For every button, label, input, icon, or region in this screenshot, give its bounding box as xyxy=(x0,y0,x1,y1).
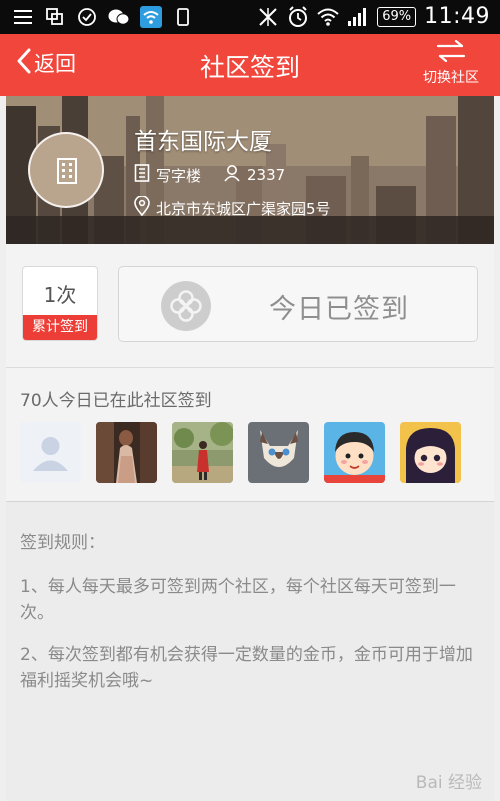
window-icon xyxy=(44,6,66,28)
checkin-count-card: 1次 累计签到 xyxy=(22,266,98,341)
avatar-cartoon-girl[interactable] xyxy=(324,422,385,483)
swap-arrows-icon xyxy=(436,39,466,66)
today-checkins-title: 70人今日已在此社区签到 xyxy=(20,391,212,411)
rule-item: 2、每次签到都有机会获得一定数量的金币，金币可用于增加福利摇奖机会哦~ xyxy=(20,645,473,691)
checkin-button-label: 今日已签到 xyxy=(269,294,409,325)
person-icon xyxy=(223,164,241,186)
building-icon xyxy=(57,158,77,188)
status-bar: 69% 11:49 xyxy=(0,0,500,34)
community-name: 首东国际大厦 xyxy=(134,129,272,155)
switch-community-label: 切换社区 xyxy=(423,70,479,86)
community-banner: 首东国际大厦 写字楼 2337 北京市东城区广渠家园5号 xyxy=(6,96,494,244)
title-bar: 返回 社区签到 切换社区 xyxy=(0,34,500,96)
back-label: 返回 xyxy=(34,52,76,76)
status-right-icons: 69% 11:49 xyxy=(257,4,490,29)
wechat-icon xyxy=(108,6,130,28)
community-avatar xyxy=(28,132,104,208)
rule-item: 1、每人每天最多可签到两个社区，每个社区每天可签到一次。 xyxy=(20,577,456,623)
today-checkins-section: 70人今日已在此社区签到 xyxy=(6,368,494,502)
community-type: 写字楼 xyxy=(156,166,202,185)
watermark-text: Bai 经验 xyxy=(415,773,482,793)
community-meta: 写字楼 2337 xyxy=(134,164,285,186)
back-button[interactable]: 返回 xyxy=(16,48,76,78)
location-pin-icon xyxy=(134,195,150,220)
status-left-icons xyxy=(12,6,194,28)
checkin-stamp-icon xyxy=(161,281,211,331)
checkin-panel: 1次 累计签到 今日已签到 xyxy=(6,244,494,368)
clock: 11:49 xyxy=(424,4,490,29)
checkin-rules: 签到规则： 1、每人每天最多可签到两个社区，每个社区每天可签到一次。 2、每次签… xyxy=(6,502,494,801)
wifi-box-icon xyxy=(140,6,162,28)
menu-icon xyxy=(12,6,34,28)
chevron-left-icon xyxy=(16,48,32,78)
avatar-cartoon-girl-dark-hair[interactable] xyxy=(400,422,461,483)
building-type-icon xyxy=(134,164,150,186)
checkin-count: 1次 xyxy=(43,283,77,307)
checkin-avatar-list xyxy=(20,422,461,483)
mute-icon xyxy=(257,6,279,28)
checkin-count-label: 累计签到 xyxy=(23,315,97,340)
member-count: 2337 xyxy=(247,166,286,184)
shield-check-icon xyxy=(76,6,98,28)
community-address-row: 北京市东城区广渠家园5号 xyxy=(134,195,331,220)
avatar-woman-in-dress[interactable] xyxy=(96,422,157,483)
rules-title: 签到规则： xyxy=(20,533,105,553)
wifi-icon xyxy=(317,6,339,28)
checkin-button[interactable]: 今日已签到 xyxy=(118,266,478,342)
alarm-icon xyxy=(287,5,309,28)
baidu-watermark: Bai 经验 xyxy=(416,768,482,793)
battery-indicator: 69% xyxy=(377,6,417,27)
avatar-siamese-cat[interactable] xyxy=(248,422,309,483)
switch-community-button[interactable]: 切换社区 xyxy=(416,39,486,87)
avatar-default-user[interactable] xyxy=(20,422,81,483)
phone-icon xyxy=(172,6,194,28)
avatar-woman-in-red-coat[interactable] xyxy=(172,422,233,483)
signal-icon xyxy=(347,6,369,28)
community-address: 北京市东城区广渠家园5号 xyxy=(156,199,331,218)
